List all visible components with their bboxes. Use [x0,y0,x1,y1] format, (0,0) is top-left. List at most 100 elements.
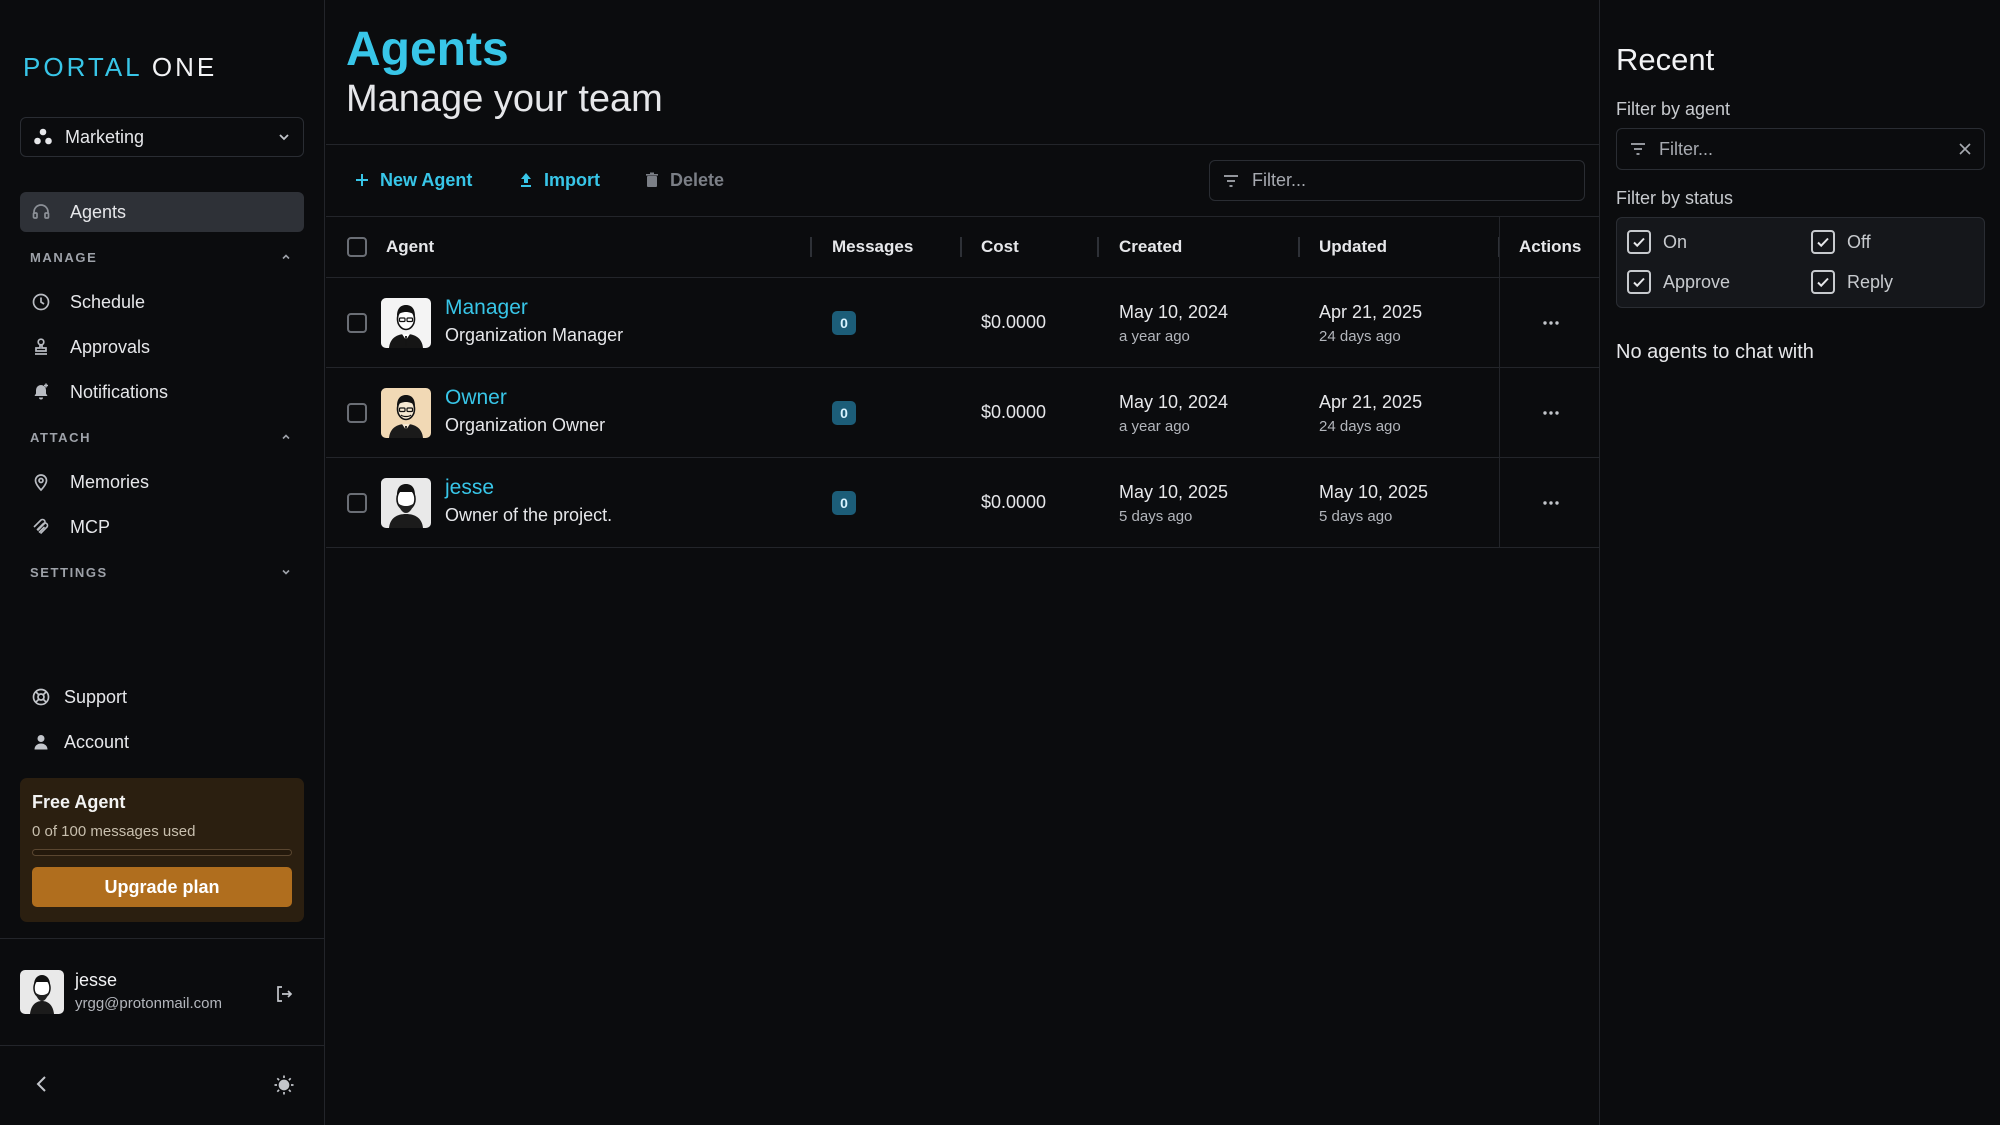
lifebuoy-icon [32,688,50,706]
chevron-up-icon [282,254,290,260]
support-link[interactable]: Support [31,682,127,712]
check-icon [1817,277,1829,288]
column-resizer[interactable] [810,237,812,257]
status-option-on[interactable]: On [1627,230,1687,254]
empty-state-message: No agents to chat with [1616,341,1814,363]
created-relative: a year ago [1119,418,1190,435]
column-header-updated[interactable]: Updated [1319,237,1387,257]
column-resizer[interactable] [1298,237,1300,257]
status-checkbox[interactable] [1627,230,1651,254]
more-horizontal-icon[interactable] [1540,314,1562,332]
workspace-label: Marketing [65,126,145,147]
row-checkbox[interactable] [347,403,367,423]
status-checkbox[interactable] [1627,270,1651,294]
logout-icon[interactable] [274,984,294,1004]
divider [326,144,1600,145]
messages-count-badge: 0 [832,401,856,425]
select-all-checkbox[interactable] [347,237,367,257]
avatar [381,478,431,528]
nav-notifications[interactable]: Notifications [20,372,304,412]
nav-agents-label: Agents [70,201,127,222]
section-manage-label: MANAGE [30,249,98,265]
plan-usage: 0 of 100 messages used [32,823,196,840]
section-attach[interactable]: ATTACH [30,427,292,447]
more-horizontal-icon[interactable] [1540,404,1562,422]
created-date: May 10, 2024 [1119,302,1229,322]
status-checkbox[interactable] [1811,230,1835,254]
agent-name-link[interactable]: Manager [445,296,528,320]
user-icon [34,735,48,750]
sun-icon[interactable] [273,1074,295,1096]
nav-memories-label: Memories [70,471,150,492]
plan-card: Free Agent 0 of 100 messages used Upgrad… [20,778,304,922]
account-link[interactable]: Account [31,727,129,757]
app-logo[interactable]: PORTAL ONE [23,52,217,83]
logo-part-portal: PORTAL [23,52,142,82]
chevron-left-icon[interactable] [32,1074,52,1094]
chevron-down-icon [279,134,289,141]
new-agent-button[interactable]: New Agent [354,165,472,195]
agent-name-link[interactable]: Owner [445,386,507,410]
agent-name-link[interactable]: jesse [445,476,494,500]
section-settings[interactable]: SETTINGS [30,562,292,582]
filter-icon [1631,143,1645,155]
row-checkbox[interactable] [347,313,367,333]
nav-mcp[interactable]: MCP [20,507,304,547]
updated-relative: 5 days ago [1319,508,1393,525]
column-header-messages[interactable]: Messages [832,237,913,257]
check-icon [1633,237,1645,248]
bell-plus-icon [34,383,48,400]
agent-filter-input[interactable] [1252,170,1552,191]
status-checkbox[interactable] [1811,270,1835,294]
column-header-cost[interactable]: Cost [981,237,1019,257]
status-label: On [1663,231,1688,252]
table-row[interactable]: jesse Owner of the project. 0 $0.0000 Ma… [326,458,1600,548]
stamp-icon [35,338,47,355]
updated-date: Apr 21, 2025 [1319,392,1423,412]
updated-date: Apr 21, 2025 [1319,302,1423,322]
recent-agent-filter-field[interactable] [1616,128,1985,170]
more-horizontal-icon[interactable] [1540,494,1562,512]
recent-agent-filter-input[interactable] [1659,138,1939,160]
import-label: Import [544,169,600,190]
table-row[interactable]: Manager Organization Manager 0 $0.0000 M… [326,278,1600,368]
nav-memories[interactable]: Memories [20,462,304,502]
headset-icon [32,204,50,219]
delete-button[interactable]: Delete [644,165,724,195]
nav-approvals[interactable]: Approvals [20,327,304,367]
column-header-agent[interactable]: Agent [386,237,434,257]
updated-date: May 10, 2025 [1319,482,1429,502]
avatar[interactable] [20,970,64,1014]
cost-value: $0.0000 [981,492,1047,512]
import-button[interactable]: Import [518,165,600,195]
row-checkbox[interactable] [347,493,367,513]
check-icon [1633,277,1645,288]
nav-mcp-label: MCP [70,516,110,537]
status-label: Reply [1847,271,1894,292]
support-label: Support [64,686,128,707]
nav-notifications-label: Notifications [70,381,169,402]
column-header-created[interactable]: Created [1119,237,1182,257]
plus-icon [356,174,368,186]
column-resizer[interactable] [960,237,962,257]
plan-title: Free Agent [32,792,126,812]
close-icon[interactable] [1958,142,1972,156]
table-row[interactable]: Owner Organization Owner 0 $0.0000 May 1… [326,368,1600,458]
page-title: Agents [346,23,509,76]
account-label: Account [64,731,130,752]
status-option-reply[interactable]: Reply [1811,270,1893,294]
nav-schedule[interactable]: Schedule [20,282,304,322]
upload-icon [521,173,531,187]
section-manage[interactable]: MANAGE [30,247,292,267]
column-resizer[interactable] [1097,237,1099,257]
agent-filter-field[interactable] [1209,160,1585,201]
upgrade-plan-button[interactable]: Upgrade plan [32,867,292,907]
nav-agents[interactable]: Agents [20,192,304,232]
messages-count-badge: 0 [832,311,856,335]
divider [326,216,1600,217]
chevron-up-icon [282,434,290,440]
recent-panel: Recent Filter by agent Filter by status … [1599,0,2000,1125]
workspace-selector[interactable]: Marketing [20,117,304,157]
status-option-off[interactable]: Off [1811,230,1871,254]
status-option-approve[interactable]: Approve [1627,270,1730,294]
